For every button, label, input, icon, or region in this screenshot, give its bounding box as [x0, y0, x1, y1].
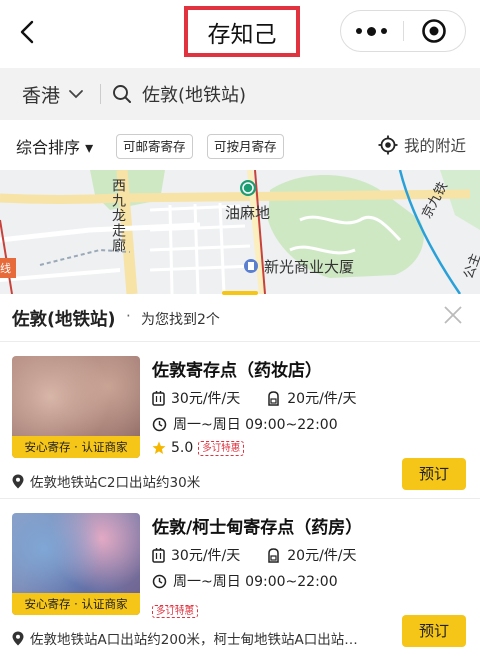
map-view[interactable]: 西九龙走廊 油麻地 新光商业大厦 线 京九铁 公主 — [0, 170, 480, 294]
more-dots-icon — [381, 28, 388, 34]
price-text: 30元/件/天 — [171, 548, 241, 564]
chip-mail-storage[interactable]: 可邮寄寄存 — [116, 134, 193, 159]
storage-card[interactable]: 安心寄存 · 认证商家 佐敦寄存点（药妆店） 30元/件/天 20元/件/天 周… — [0, 342, 480, 498]
results-count: 为您找到2个 — [141, 312, 220, 328]
map-graphic — [0, 170, 480, 294]
storage-search-page: 存知己 香港 佐敦(地铁站) 综合排序 ▾ 可邮寄寄存 可按月寄存 我的附近 西… — [0, 0, 480, 659]
storage-card[interactable]: 安心寄存 · 认证商家 佐敦/柯士甸寄存点（药房） 30元/件/天 20元/件/… — [0, 499, 480, 655]
suitcase-icon — [152, 547, 165, 563]
nearby-button[interactable]: 我的附近 — [378, 134, 466, 156]
store-address: 佐敦地铁站A口出站约200米，柯士甸地铁站A口出站… — [12, 628, 392, 648]
city-selector[interactable]: 香港 — [22, 68, 84, 120]
rating-value: 5.0 — [171, 440, 194, 456]
mini-program-capsule — [340, 10, 466, 52]
store-name: 佐敦寄存点（药妆店） — [152, 361, 322, 381]
search-bar: 香港 佐敦(地铁站) — [0, 68, 480, 120]
store-photo: 安心寄存 · 认证商家 — [12, 513, 140, 615]
backpack-icon — [268, 547, 279, 563]
clock-icon — [152, 574, 167, 588]
suitcase-icon — [152, 390, 165, 406]
sort-dropdown[interactable]: 综合排序 ▾ — [16, 134, 93, 158]
location-pin-icon — [12, 474, 24, 488]
promo-row: 多订特惠 — [152, 599, 199, 618]
promo-tag: 多订特惠 — [152, 605, 199, 618]
more-dots-icon — [356, 28, 363, 34]
search-input[interactable]: 佐敦(地铁站) — [112, 68, 246, 120]
top-nav-bar: 存知己 — [0, 0, 480, 64]
opening-hours: 周一~周日 09:00~22:00 — [152, 414, 338, 434]
book-button[interactable]: 预订 — [402, 458, 466, 490]
location-pin-icon — [12, 631, 24, 645]
certified-badge: 安心寄存 · 认证商家 — [12, 593, 140, 615]
results-panel: 佐敦(地铁站) · 为您找到2个 安心寄存 · 认证商家 佐敦寄存点（药妆店） — [0, 296, 480, 659]
price-backpack: 20元/件/天 — [266, 545, 357, 565]
price-text: 30元/件/天 — [171, 391, 241, 407]
page-title: 存知己 — [184, 6, 300, 57]
search-icon — [113, 85, 131, 103]
more-button[interactable] — [341, 11, 403, 51]
address-text: 佐敦地铁站A口出站约200米，柯士甸地铁站A口出站… — [30, 632, 358, 648]
chevron-left-icon — [20, 20, 34, 44]
hours-text: 周一~周日 09:00~22:00 — [173, 574, 338, 590]
nearby-label: 我的附近 — [403, 137, 466, 155]
filter-row: 综合排序 ▾ 可邮寄寄存 可按月寄存 我的附近 — [0, 122, 480, 168]
price-row: 30元/件/天 20元/件/天 — [152, 545, 383, 565]
price-row: 30元/件/天 20元/件/天 — [152, 388, 383, 408]
map-label-yau-ma-tei: 油麻地 — [225, 204, 271, 222]
map-label-line: 线 — [0, 262, 11, 275]
certified-badge: 安心寄存 · 认证商家 — [12, 436, 140, 458]
star-icon — [152, 441, 166, 454]
drawer-handle[interactable] — [222, 291, 258, 295]
price-small-luggage: 30元/件/天 — [152, 388, 240, 408]
back-button[interactable] — [14, 16, 42, 48]
hours-text: 周一~周日 09:00~22:00 — [173, 417, 338, 433]
price-text: 20元/件/天 — [287, 391, 357, 407]
results-title: 佐敦(地铁站) — [12, 310, 116, 330]
price-backpack: 20元/件/天 — [266, 388, 357, 408]
clock-icon — [152, 417, 167, 431]
search-divider — [100, 84, 101, 104]
store-photo: 安心寄存 · 认证商家 — [12, 356, 140, 458]
book-button[interactable]: 预订 — [402, 615, 466, 647]
close-miniprogram-button[interactable] — [403, 11, 465, 51]
results-separator: · — [126, 307, 131, 325]
price-small-luggage: 30元/件/天 — [152, 545, 240, 565]
map-label-west-kowloon: 西九龙走廊 — [110, 178, 126, 253]
more-dots-icon — [367, 26, 377, 36]
close-results-button[interactable] — [442, 304, 464, 326]
chip-monthly-storage[interactable]: 可按月寄存 — [207, 134, 284, 159]
address-text: 佐敦地铁站C2口出站约30米 — [30, 475, 201, 491]
search-query: 佐敦(地铁站) — [142, 85, 247, 106]
rating: 5.0 多订特惠 — [152, 440, 245, 456]
target-icon — [422, 19, 447, 43]
close-icon — [444, 306, 462, 324]
locate-icon — [378, 135, 398, 155]
results-header: 佐敦(地铁站) · 为您找到2个 — [0, 296, 480, 338]
chevron-down-icon — [69, 90, 83, 99]
store-name: 佐敦/柯士甸寄存点（药房） — [152, 518, 363, 538]
city-label: 香港 — [22, 84, 61, 107]
map-label-sun-kwong: 新光商业大厦 — [264, 258, 355, 276]
backpack-icon — [268, 390, 279, 406]
store-address: 佐敦地铁站C2口出站约30米 — [12, 471, 392, 491]
promo-tag: 多订特惠 — [198, 440, 245, 456]
price-text: 20元/件/天 — [287, 548, 357, 564]
opening-hours: 周一~周日 09:00~22:00 — [152, 571, 338, 591]
